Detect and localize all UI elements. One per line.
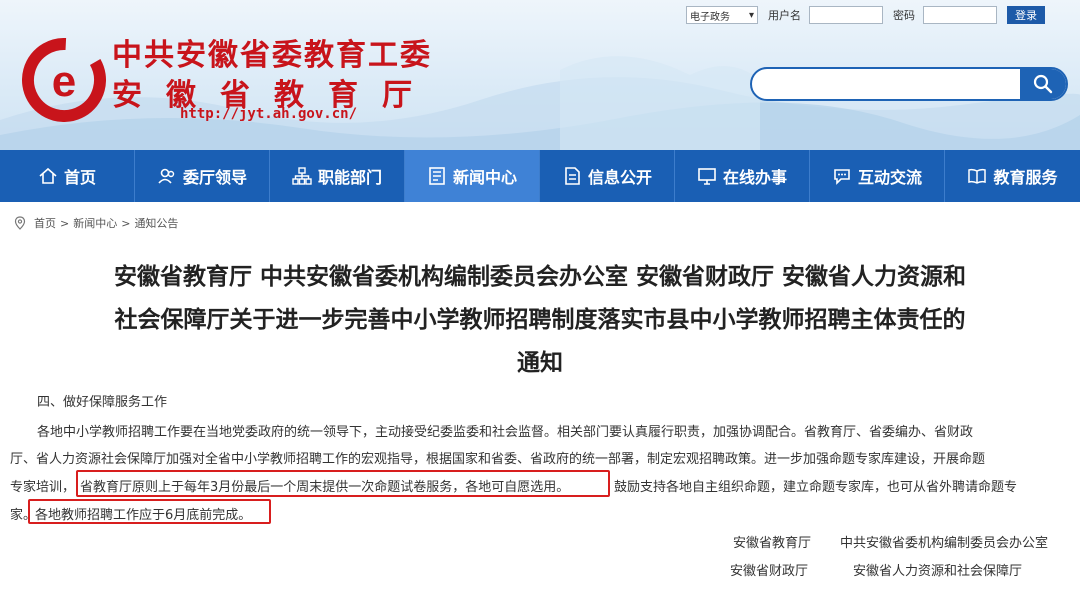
breadcrumb-separator: > (60, 216, 70, 230)
nav-label: 委厅领导 (182, 168, 247, 187)
breadcrumb: 首页 > 新闻中心 > 通知公告 (14, 215, 178, 231)
nav-item-leaders[interactable]: 委厅领导 (135, 150, 270, 202)
article-title: 安徽省教育厅 中共安徽省委机构编制委员会办公室 安徽省财政厅 安徽省人力资源和 … (0, 256, 1080, 385)
nav-label: 教育服务 (993, 168, 1058, 187)
chat-icon (834, 169, 850, 185)
signature: 安徽省财政厅 (730, 564, 809, 579)
breadcrumb-home[interactable]: 首页 (34, 215, 56, 231)
nav-item-education-services[interactable]: 教育服务 (945, 150, 1080, 202)
chevron-down-icon: ▾ (748, 9, 754, 21)
search-button[interactable] (1020, 69, 1066, 99)
nav-item-home[interactable]: 首页 (0, 150, 135, 202)
org-chart-icon (292, 167, 312, 185)
paragraph-line: 各地中小学教师招聘工作要在当地党委政府的统一领导下，主动接受纪委监委和社会监督。… (37, 425, 974, 440)
nav-label: 职能部门 (317, 168, 382, 187)
nav-label: 新闻中心 (452, 168, 517, 187)
home-icon (39, 167, 57, 184)
paragraph-line: 专家培训， (10, 480, 76, 495)
site-url[interactable]: http://jyt.ah.gov.cn/ (180, 106, 357, 122)
password-input[interactable] (923, 6, 997, 24)
site-title-line1: 中共安徽省委教育工委 (112, 38, 432, 73)
news-icon (429, 167, 445, 185)
username-label: 用户名 (768, 9, 801, 22)
site-header: e 中共安徽省委教育工委 安徽省教育厅 http://jyt.ah.gov.cn… (0, 0, 1080, 150)
breadcrumb-news[interactable]: 新闻中心 (73, 215, 117, 231)
monitor-icon (698, 168, 716, 185)
system-select-value: 电子政务 (690, 11, 730, 23)
system-select[interactable]: 电子政务 ▾ (686, 6, 758, 24)
leaders-icon (158, 168, 175, 184)
nav-label: 互动交流 (857, 168, 922, 187)
search-icon (1033, 74, 1053, 94)
nav-item-info-disclosure[interactable]: 信息公开 (540, 150, 675, 202)
book-icon (968, 168, 987, 184)
location-pin-icon (14, 216, 26, 230)
nav-item-interaction[interactable]: 互动交流 (810, 150, 945, 202)
highlight-box (76, 470, 610, 497)
main-nav: 首页 委厅领导 职能部门 新闻中心 信息公开 在线办事 互动交流 教育服务 (0, 150, 1080, 202)
signature: 安徽省教育厅 (733, 536, 812, 551)
password-label: 密码 (893, 9, 915, 22)
paragraph-line: 鼓励支持各地自主组织命题，建立命题专家库，也可从省外聘请命题专 (614, 480, 1018, 495)
document-icon (565, 167, 580, 185)
nav-item-online-services[interactable]: 在线办事 (675, 150, 810, 202)
site-logo[interactable]: e (22, 38, 106, 122)
nav-label: 在线办事 (722, 168, 787, 187)
nav-item-departments[interactable]: 职能部门 (270, 150, 405, 202)
breadcrumb-separator: > (121, 216, 131, 230)
article-title-line: 安徽省教育厅 中共安徽省委机构编制委员会办公室 安徽省财政厅 安徽省人力资源和 (113, 264, 967, 290)
nav-item-news[interactable]: 新闻中心 (405, 150, 540, 202)
search-box (750, 67, 1068, 101)
article-title-line: 通知 (517, 350, 563, 376)
signature: 中共安徽省委机构编制委员会办公室 (840, 536, 1049, 551)
breadcrumb-notices[interactable]: 通知公告 (134, 215, 178, 231)
article-title-line: 社会保障厅关于进一步完善中小学教师招聘制度落实市县中小学教师招聘主体责任的 (114, 307, 966, 333)
search-input[interactable] (752, 69, 1020, 99)
signature: 安徽省人力资源和社会保障厅 (853, 564, 1023, 579)
svg-text:e: e (52, 57, 76, 106)
username-input[interactable] (809, 6, 883, 24)
section-heading: 四、做好保障服务工作 (37, 395, 168, 410)
nav-label: 首页 (63, 168, 96, 187)
login-bar: 电子政务 ▾ 用户名 密码 登录 (686, 5, 1045, 25)
login-button[interactable]: 登录 (1007, 6, 1045, 24)
nav-label: 信息公开 (587, 168, 652, 187)
highlight-box (28, 499, 271, 524)
paragraph-line: 厅、省人力资源社会保障厅加强对全省中小学教师招聘工作的宏观指导，根据国家和省委、… (10, 452, 986, 467)
